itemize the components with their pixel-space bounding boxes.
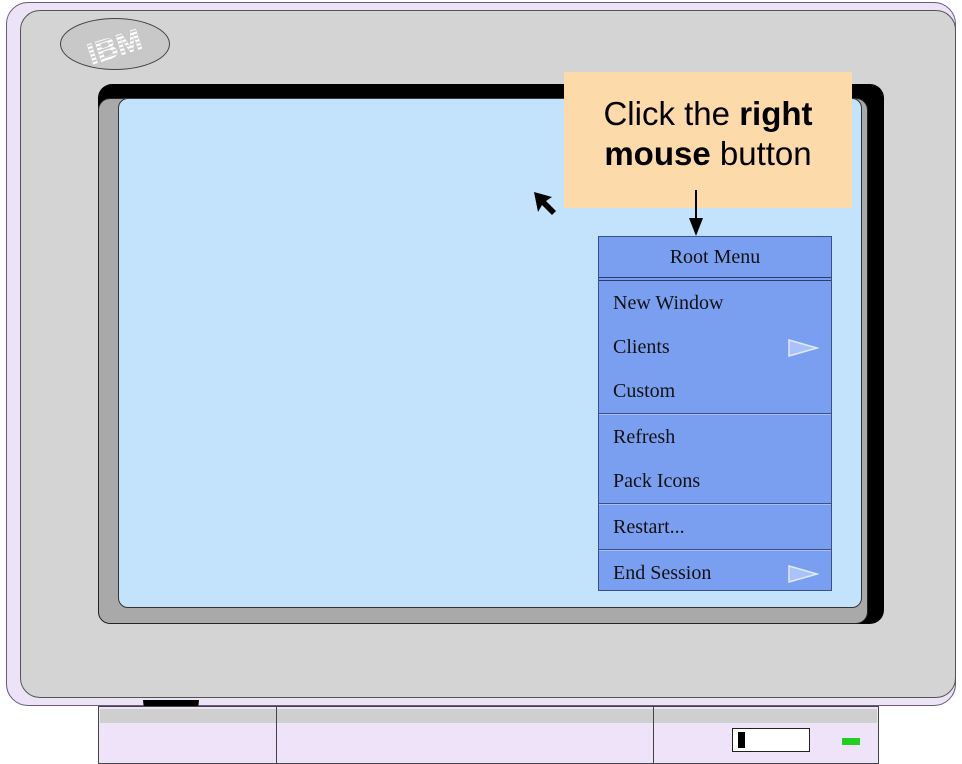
- menu-item-pack-icons[interactable]: Pack Icons: [599, 459, 831, 503]
- submenu-arrow-icon: [788, 565, 819, 583]
- panel-divider: [276, 706, 277, 764]
- callout-line-2: mouse button: [564, 134, 852, 174]
- system-unit-top-strip: [100, 709, 877, 723]
- drive-indicator: [738, 732, 745, 748]
- menu-item-label: Clients: [613, 336, 670, 358]
- panel-divider: [653, 706, 654, 764]
- callout-text: Click the: [603, 95, 740, 132]
- menu-item-new-window[interactable]: New Window: [599, 281, 831, 325]
- mouse-pointer-icon: [534, 192, 556, 215]
- menu-item-restart[interactable]: Restart...: [599, 505, 831, 549]
- menu-item-clients[interactable]: Clients: [599, 325, 831, 369]
- down-arrow-icon: [689, 190, 703, 236]
- menu-item-refresh[interactable]: Refresh: [599, 415, 831, 459]
- menu-item-custom[interactable]: Custom: [599, 369, 831, 413]
- instruction-callout: Click the right mouse button: [564, 72, 852, 208]
- submenu-arrow-icon: [788, 339, 819, 357]
- callout-text: button: [710, 135, 812, 172]
- menu-item-label: New Window: [613, 292, 724, 314]
- menu-item-label: End Session: [613, 562, 712, 584]
- menu-item-end-session[interactable]: End Session: [599, 551, 831, 595]
- callout-bold-text: right: [739, 95, 813, 132]
- power-led-icon: [842, 738, 860, 745]
- ibm-logo-icon: IBM: [60, 18, 170, 71]
- svg-text:IBM: IBM: [84, 23, 147, 71]
- callout-bold-text: mouse: [604, 135, 711, 172]
- menu-item-label: Custom: [613, 380, 676, 402]
- menu-item-label: Restart...: [613, 516, 685, 538]
- menu-item-label: Pack Icons: [613, 470, 701, 492]
- menu-item-label: Refresh: [613, 426, 676, 448]
- menu-title: Root Menu: [599, 237, 831, 281]
- callout-line-1: Click the right: [564, 94, 852, 134]
- root-menu: Root Menu New Window Clients Custom Refr…: [598, 236, 832, 591]
